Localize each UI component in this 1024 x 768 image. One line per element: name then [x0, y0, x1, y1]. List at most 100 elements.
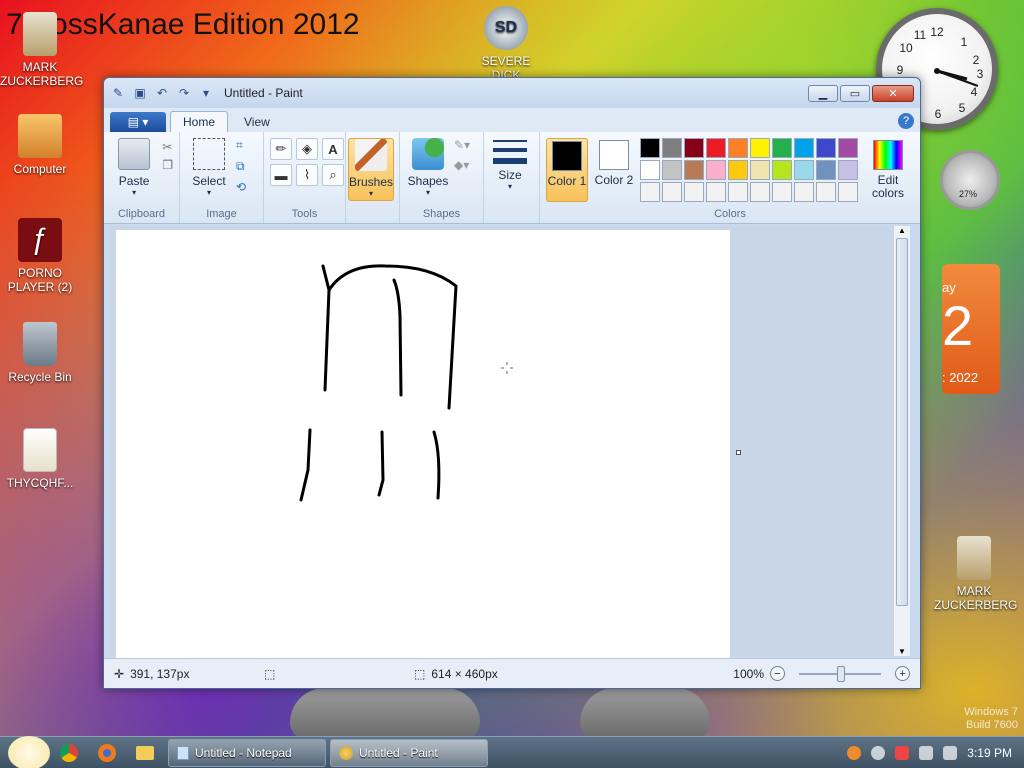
minimize-button[interactable]: ▁	[808, 84, 838, 102]
shapes-label: Shapes	[407, 174, 449, 188]
taskbar-pin-firefox[interactable]	[88, 739, 126, 767]
crop-icon[interactable]: ⌗	[236, 138, 246, 153]
paint-app-icon[interactable]: ✎	[110, 85, 126, 101]
copy-icon[interactable]: ❐	[162, 158, 173, 172]
paste-button[interactable]: Paste ▾	[110, 138, 158, 197]
magnifier-icon[interactable]: ⌕	[322, 164, 344, 186]
rotate-icon[interactable]: ⟲	[236, 180, 246, 194]
size-button[interactable]: Size ▾	[490, 138, 530, 191]
palette-color-swatch[interactable]	[772, 160, 792, 180]
tab-view[interactable]: View	[232, 112, 282, 132]
text-tool-icon[interactable]: A	[322, 138, 344, 160]
palette-color-swatch[interactable]	[816, 160, 836, 180]
palette-color-swatch[interactable]	[640, 182, 660, 202]
resize-icon[interactable]: ⧉	[236, 159, 246, 174]
select-button[interactable]: Select ▾	[186, 138, 232, 197]
calendar-gadget[interactable]: ay 2 : 2022	[942, 264, 1000, 394]
palette-color-swatch[interactable]	[706, 160, 726, 180]
palette-color-swatch[interactable]	[816, 138, 836, 158]
palette-color-swatch[interactable]	[838, 182, 858, 202]
help-icon[interactable]: ?	[898, 113, 914, 129]
palette-color-swatch[interactable]	[684, 182, 704, 202]
fill-icon[interactable]: ◆▾	[454, 158, 470, 172]
start-button[interactable]	[8, 735, 50, 768]
palette-color-swatch[interactable]	[706, 182, 726, 202]
palette-color-swatch[interactable]	[728, 138, 748, 158]
volume-icon[interactable]	[943, 745, 958, 760]
selection-size: ⬚	[264, 667, 414, 681]
drawing-canvas[interactable]	[116, 230, 730, 660]
paint-menu-button[interactable]: ▤ ▾	[110, 112, 166, 132]
palette-color-swatch[interactable]	[772, 138, 792, 158]
taskbar-button-paint[interactable]: Untitled - Paint	[330, 738, 488, 767]
close-button[interactable]: ✕	[872, 84, 914, 102]
maximize-button[interactable]: ▭	[840, 84, 870, 102]
desktop-icon-thycqhf[interactable]: THYCQHF...	[0, 428, 80, 490]
edit-colors-button[interactable]: Edit colors	[864, 138, 912, 202]
pencil-icon[interactable]: ✏	[270, 138, 292, 160]
eraser-icon[interactable]: ▬	[270, 164, 292, 186]
palette-color-swatch[interactable]	[728, 182, 748, 202]
desktop-icon-mark-zuckerberg-2[interactable]: MARK ZUCKERBERG	[934, 536, 1018, 612]
palette-color-swatch[interactable]	[662, 182, 682, 202]
palette-color-swatch[interactable]	[640, 138, 660, 158]
desktop-icon-severe-dick[interactable]: SD SEVERE DICK	[466, 6, 546, 82]
fill-bucket-icon[interactable]: ◈	[296, 138, 318, 160]
palette-color-swatch[interactable]	[684, 138, 704, 158]
palette-color-swatch[interactable]	[750, 138, 770, 158]
save-icon[interactable]: ▣	[132, 85, 148, 101]
notification-icon[interactable]	[871, 745, 886, 760]
canvas-resize-handle[interactable]	[736, 450, 741, 455]
scrollbar-thumb[interactable]	[896, 238, 908, 606]
cpu-meter-gadget[interactable]: 27%	[940, 150, 1000, 210]
zoom-out-button[interactable]: −	[770, 666, 785, 681]
redo-icon[interactable]: ↷	[176, 85, 192, 101]
vertical-scrollbar[interactable]: ▲ ▼	[893, 226, 910, 656]
color1-button[interactable]: Color 1	[546, 138, 588, 202]
palette-color-swatch[interactable]	[750, 160, 770, 180]
undo-icon[interactable]: ↶	[154, 85, 170, 101]
taskbar-pin-explorer[interactable]	[126, 739, 164, 767]
customize-toolbar-icon[interactable]: ▾	[198, 85, 214, 101]
palette-color-swatch[interactable]	[750, 182, 770, 202]
outline-icon[interactable]: ✎▾	[454, 138, 470, 152]
palette-color-swatch[interactable]	[838, 138, 858, 158]
paint-window[interactable]: ✎ ▣ ↶ ↷ ▾ Untitled - Paint ▁ ▭ ✕ ▤ ▾ Hom…	[103, 77, 921, 689]
palette-color-swatch[interactable]	[640, 160, 660, 180]
scroll-down-icon[interactable]: ▼	[894, 647, 910, 656]
shapes-button[interactable]: Shapes ▾	[406, 138, 450, 197]
desktop-icon-porno-player[interactable]: ƒ PORNO PLAYER (2)	[0, 218, 80, 294]
zoom-in-button[interactable]: +	[895, 666, 910, 681]
color-picker-icon[interactable]: ⌇	[296, 164, 318, 186]
zoom-slider[interactable]	[799, 665, 881, 682]
palette-color-swatch[interactable]	[772, 182, 792, 202]
desktop-icon-computer[interactable]: Computer	[0, 114, 80, 176]
desktop-icon-mark-zuckerberg[interactable]: MARK ZUCKERBERG	[0, 12, 83, 88]
clock-time[interactable]: 3:19 PM	[967, 746, 1012, 760]
brushes-button[interactable]: Brushes ▾	[348, 138, 394, 201]
palette-color-swatch[interactable]	[728, 160, 748, 180]
palette-color-swatch[interactable]	[816, 182, 836, 202]
zoom-slider-thumb[interactable]	[837, 665, 845, 682]
network-icon[interactable]	[919, 745, 934, 760]
scroll-up-icon[interactable]: ▲	[894, 226, 910, 235]
palette-color-swatch[interactable]	[794, 160, 814, 180]
svg-text:9: 9	[897, 63, 904, 77]
tab-home[interactable]: Home	[170, 111, 229, 132]
palette-color-swatch[interactable]	[662, 138, 682, 158]
desktop-icon-recycle-bin[interactable]: Recycle Bin	[0, 322, 80, 384]
cut-icon[interactable]: ✂	[162, 140, 173, 154]
taskbar-button-notepad[interactable]: Untitled - Notepad	[168, 738, 326, 767]
desktop-icon-label: MARK ZUCKERBERG	[934, 584, 1018, 612]
palette-color-swatch[interactable]	[662, 160, 682, 180]
palette-color-swatch[interactable]	[794, 182, 814, 202]
palette-color-swatch[interactable]	[706, 138, 726, 158]
title-bar[interactable]: ✎ ▣ ↶ ↷ ▾ Untitled - Paint ▁ ▭ ✕	[104, 78, 920, 108]
search-icon[interactable]	[847, 745, 862, 760]
palette-color-swatch[interactable]	[838, 160, 858, 180]
taskbar-pin-chrome[interactable]	[50, 739, 88, 767]
action-center-icon[interactable]	[895, 745, 910, 760]
palette-color-swatch[interactable]	[684, 160, 704, 180]
color2-button[interactable]: Color 2	[594, 138, 634, 202]
palette-color-swatch[interactable]	[794, 138, 814, 158]
